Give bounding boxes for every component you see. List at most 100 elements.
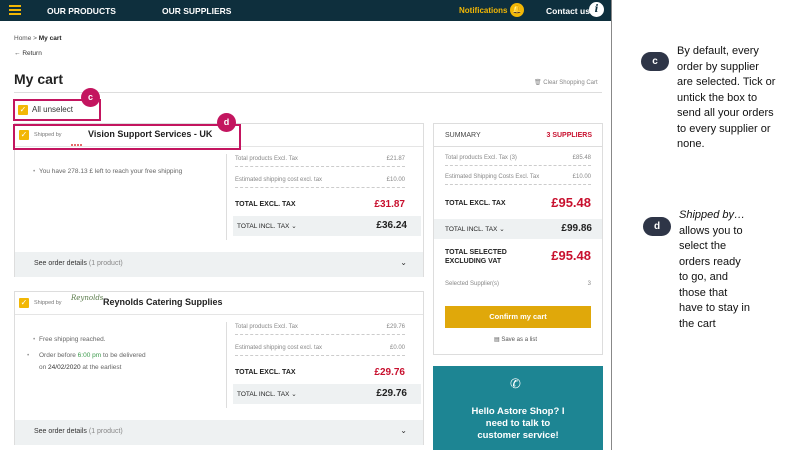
side-badge-d: d [643,217,671,236]
selected-suppliers-value: 3 [587,281,591,287]
supplier-card-header: ✓ Shipped by Reynolds Reynolds Catering … [15,292,423,315]
chevron-down-icon: ⌄ [291,391,297,398]
selected-suppliers-label: Selected Supplier(s) [445,281,500,287]
see-details-count: (1 product) [88,428,123,435]
arrow-left-icon: ← [14,50,21,57]
callout-c-badge: c [81,88,100,107]
delivery-note-c: at the earliest [82,364,122,371]
shipping-cost-value: £0.00 [389,345,405,351]
supplier-logo: Reynolds [71,294,104,302]
summary-total-incl-row[interactable]: TOTAL INCL. TAX ⌄ £99.86 [434,219,602,239]
summary-title: SUMMARY [445,132,481,139]
side-badge-c: c [641,52,669,71]
c-text-line: By default, every [677,45,759,57]
chevron-down-icon: ⌄ [400,258,407,267]
chevron-down-icon: ⌄ [499,226,505,233]
totals-divider [226,322,227,408]
total-excl-label: TOTAL EXCL. TAX [235,201,296,208]
supplier-card-reynolds: ✓ Shipped by Reynolds Reynolds Catering … [14,291,424,445]
free-shipping-reached-text: Free shipping reached. [39,336,106,343]
shipping-cost-value: £10.00 [386,177,405,183]
total-excl-value: £31.87 [374,199,405,210]
chevron-down-icon: ⌄ [400,426,407,435]
shipping-cost-row: Estimated shipping cost excl. tax £0.00 [235,345,405,356]
total-incl-label: TOTAL INCL. TAX [237,223,290,230]
help-line-2: need to talk to [485,418,551,429]
slide-divider [611,0,612,450]
nav-contact-us[interactable]: Contact us [546,6,590,16]
list-icon: ▤ [494,337,500,343]
delivery-note: • Order before 6:00 pm to be delivered on… [27,352,146,371]
callout-d-highlight [13,124,241,150]
breadcrumb-current: My cart [38,35,62,42]
total-incl-value: £29.76 [376,388,407,399]
summary-header: SUMMARY 3 SUPPLIERS [434,124,602,147]
see-details-count: (1 product) [88,260,123,267]
summary-total-excl-value: £95.48 [551,195,591,210]
summary-selected-value: £95.48 [551,248,591,263]
see-details-label: See order details [34,428,87,435]
shipping-cost-label: Estimated shipping cost excl. tax [235,345,323,351]
page-title: My cart [14,71,64,87]
summary-products-row: Total products Excl. Tax (3) £85.48 [445,155,591,166]
summary-total-excl-row: TOTAL EXCL. TAX £95.48 [445,195,591,218]
total-products-value: £29.76 [386,324,405,330]
shipping-cost-label: Estimated shipping cost excl. tax [235,177,323,183]
info-icon[interactable]: i [589,2,604,17]
customer-service-text: Hello Astore Shop? I need to talk to cus… [433,406,603,442]
trash-icon: 🗑 [534,80,542,86]
nav-our-suppliers[interactable]: OUR SUPPLIERS [162,6,231,16]
top-navigation: OUR PRODUCTS OUR SUPPLIERS Notifications… [0,0,612,21]
summary-products-value: £85.48 [572,155,591,161]
confirm-cart-button[interactable]: Confirm my cart [445,306,591,328]
total-incl-row[interactable]: TOTAL INCL. TAX ⌄ £29.76 [233,384,421,404]
c-text-line: send all your orders [677,107,774,119]
summary-products-label: Total products Excl. Tax (3) [445,155,517,161]
cart-app: OUR PRODUCTS OUR SUPPLIERS Notifications… [0,0,612,450]
total-excl-row: TOTAL EXCL. TAX £31.87 [235,199,405,212]
callout-c-description: By default, every order by supplier are … [677,44,795,153]
hamburger-menu-icon[interactable] [9,5,21,15]
supplier-checkbox[interactable]: ✓ [19,298,29,308]
save-as-list-link[interactable]: ▤ Save as a list [494,336,537,343]
return-link[interactable]: ← Return [14,50,42,57]
customer-service-box[interactable]: ✆ Hello Astore Shop? I need to talk to c… [433,366,603,450]
phone-icon: ✆ [510,376,521,391]
summary-total-incl-label: TOTAL INCL. TAX [445,226,498,233]
delivery-note-a: Order before [39,352,76,359]
callout-d-badge: d [217,113,236,132]
d-text-line: the cart [679,317,716,330]
nav-our-products[interactable]: OUR PRODUCTS [47,6,116,16]
title-divider [14,92,602,93]
total-products-row: Total products Excl. Tax £21.87 [235,156,405,167]
summary-selected-suppliers-row: Selected Supplier(s) 3 [445,281,591,287]
free-shipping-note-text: You have 278.13 £ left to reach your fre… [39,168,183,175]
summary-supplier-count: 3 SUPPLIERS [546,132,592,139]
bell-icon[interactable]: 🔔 [510,3,524,17]
totals-divider [226,154,227,240]
d-text-emphasis: Shipped by… [679,209,746,221]
breadcrumb-separator: > [33,35,37,42]
summary-shipping-label: Estimated Shipping Costs Excl. Tax [445,174,540,180]
supplier-name: Reynolds Catering Supplies [103,297,223,307]
see-order-details[interactable]: See order details (1 product) ⌄ [15,252,423,277]
order-summary: SUMMARY 3 SUPPLIERS Total products Excl.… [433,123,603,355]
total-incl-row[interactable]: TOTAL INCL. TAX ⌄ £36.24 [233,216,421,236]
breadcrumb: Home > My cart [14,35,62,42]
breadcrumb-home[interactable]: Home [14,35,31,42]
d-text-line: allows you to [679,224,743,237]
callout-d-description: Shipped by… allows you to select the ord… [679,208,797,332]
clear-shopping-cart-link[interactable]: 🗑 Clear Shopping Cart [534,79,598,86]
free-shipping-note: • You have 278.13 £ left to reach your fr… [33,168,183,175]
clear-cart-label: Clear Shopping Cart [543,80,598,86]
d-text-line: select the [679,240,727,252]
c-text-line: none. [677,138,705,150]
nav-notifications[interactable]: Notifications [459,6,507,15]
summary-selected-row: TOTAL SELECTED EXCLUDING VAT £95.48 [445,248,591,270]
shipping-notes: • Free shipping reached. • Order before 6:… [27,334,153,374]
see-order-details[interactable]: See order details (1 product) ⌄ [15,420,423,445]
total-excl-value: £29.76 [374,367,405,378]
c-text-line: untick the box to [677,91,758,104]
total-incl-value: £36.24 [376,220,407,231]
help-line-3: customer service! [477,430,559,441]
